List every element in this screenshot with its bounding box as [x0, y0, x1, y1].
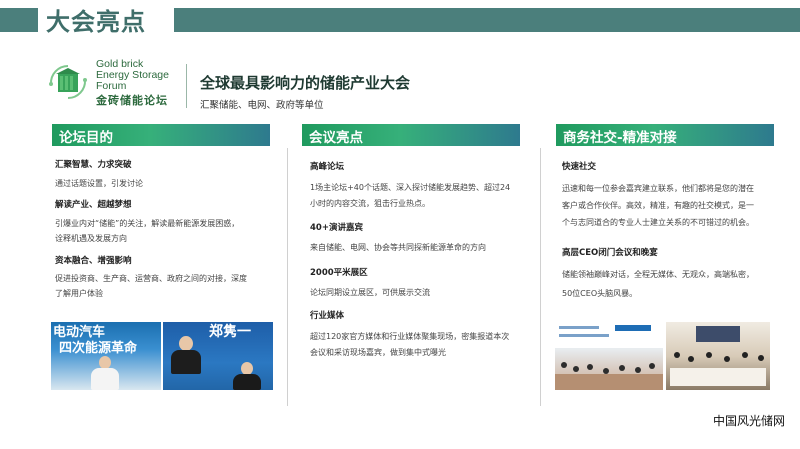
purpose-item-title: 资本融合、增强影响 [55, 256, 132, 266]
speaker-photo-2: 郑隽一 [163, 322, 273, 390]
subline: 汇聚储能、电网、政府等单位 [200, 100, 324, 111]
purpose-item-text: 促进投资商、生产商、运营商、政府之间的对接，深度 [55, 274, 247, 283]
highlight-item-title: 2000平米展区 [310, 268, 368, 278]
column-heading-purpose: 论坛目的 [52, 124, 270, 146]
column-separator [540, 148, 541, 406]
dinner-photo [666, 322, 770, 390]
title-bar-right [174, 8, 800, 32]
column-heading-networking: 商务社交-精准对接 [556, 124, 774, 146]
brand-name-en: Gold brick Energy Storage Forum [96, 58, 169, 92]
highlight-item-title: 高峰论坛 [310, 162, 345, 172]
networking-item-text: 个与志同道合的专业人士建立关系的不可错过的机会。 [562, 218, 754, 227]
highlight-item-text: 小时的内容交流，狙击行业热点。 [310, 199, 430, 208]
meeting-photo [555, 322, 663, 390]
purpose-item-text: 通过话题设置，引发讨论 [55, 179, 143, 188]
headline: 全球最具影响力的储能产业大会 [200, 74, 411, 92]
gold-brick-logo-icon [49, 64, 87, 100]
networking-item-text: 客户或合作伙伴。高效，精准，有趣的社交模式，是一 [562, 201, 754, 210]
networking-item-text: 50位CEO头脑风暴。 [562, 289, 638, 298]
slide-title: 大会亮点 [46, 8, 146, 36]
speaker-photo-1: 电动汽车 四次能源革命 [51, 322, 161, 390]
title-bar-left [0, 8, 38, 32]
purpose-item-text: 了解用户体验 [55, 289, 103, 298]
networking-item-title: 高层CEO闭门会议和晚宴 [562, 248, 658, 258]
networking-item-text: 储能领袖巅峰对话，全程无媒体、无观众，高端私密， [562, 270, 754, 279]
column-heading-highlights: 会议亮点 [302, 124, 520, 146]
highlight-item-text: 会议和采访现场嘉宾，做到集中式曝光 [310, 348, 446, 357]
brand-name-cn: 金砖储能论坛 [96, 94, 168, 107]
networking-item-text: 迅速和每一位参会嘉宾建立联系，他们都将是您的潜在 [562, 184, 754, 193]
purpose-item-text: 诠释机遇及发展方向 [55, 234, 127, 243]
networking-item-title: 快速社交 [562, 162, 597, 172]
highlight-item-text: 论坛同期设立展区，可供展示交流 [310, 288, 430, 297]
purpose-item-title: 汇聚智慧、力求突破 [55, 160, 132, 170]
highlight-item-text: 来自储能、电网、协会等共同探新能源革命的方向 [310, 243, 486, 252]
highlight-item-text: 超过120家官方媒体和行业媒体聚集现场，密集报道本次 [310, 332, 510, 341]
highlight-item-text: 1场主论坛+40个话题、深入探讨储能发展趋势、超过24 [310, 183, 511, 192]
highlight-item-title: 行业媒体 [310, 311, 345, 321]
brand-divider [186, 64, 187, 108]
purpose-item-text: 引爆业内对“储能”的关注，解读最新能源发展困惑， [55, 219, 240, 228]
purpose-item-title: 解读产业、超越梦想 [55, 200, 132, 210]
watermark: 中国风光储网 [713, 414, 786, 428]
column-separator [287, 148, 288, 406]
highlight-item-title: 40+演讲嘉宾 [310, 223, 363, 233]
